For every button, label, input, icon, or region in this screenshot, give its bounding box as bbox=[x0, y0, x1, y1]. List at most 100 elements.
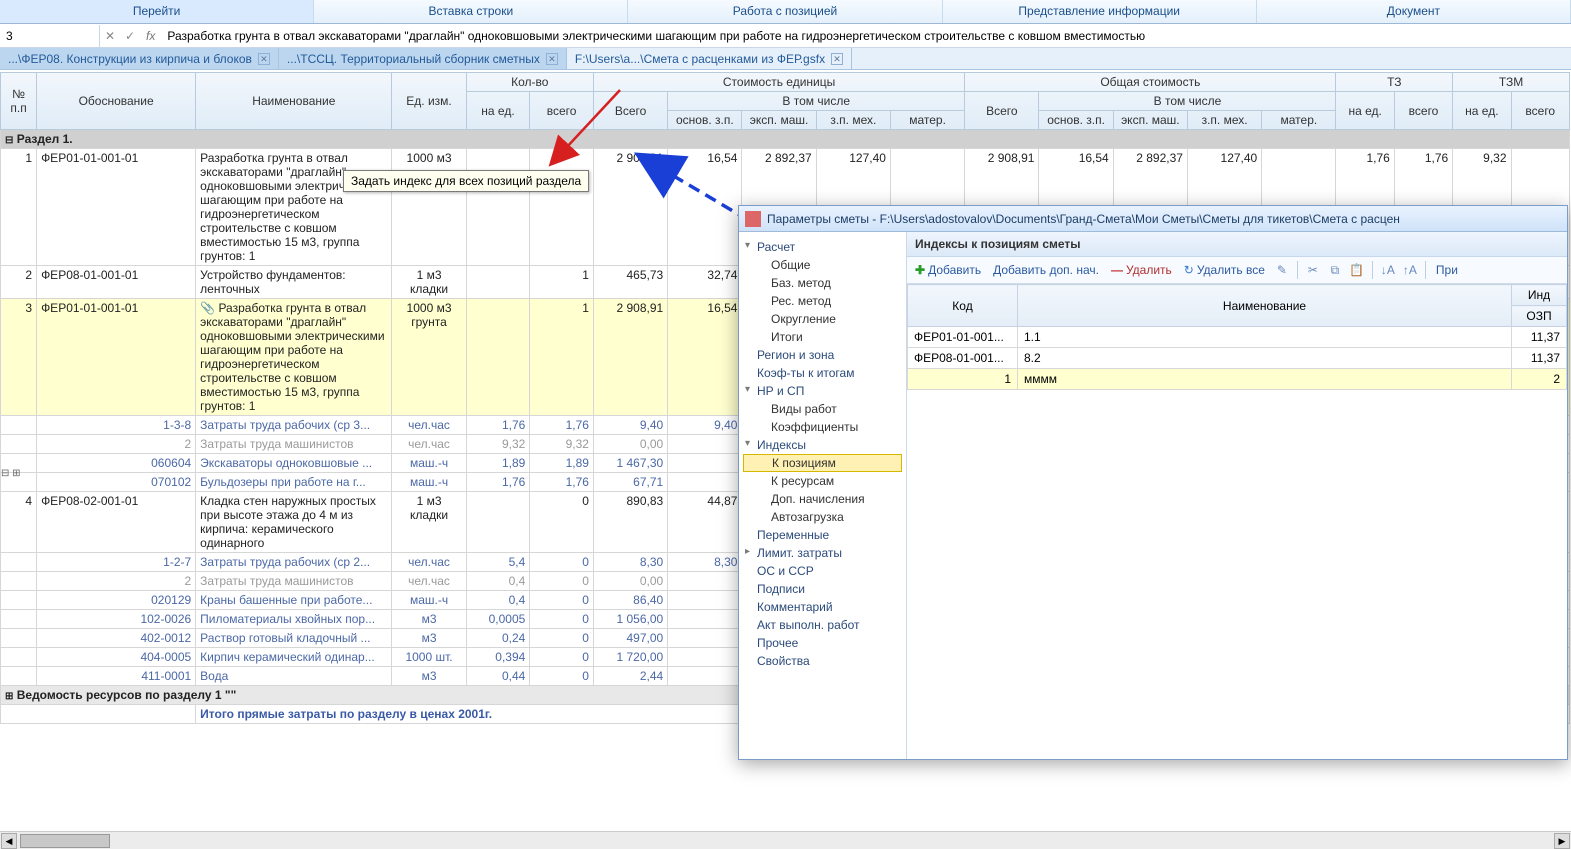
cell[interactable]: 2 908,91 bbox=[593, 149, 667, 266]
cell[interactable]: ФЕР01-01-001-01 bbox=[37, 299, 196, 416]
cell[interactable] bbox=[466, 492, 530, 553]
tree-item[interactable]: Свойства bbox=[743, 652, 902, 670]
close-icon[interactable]: ✕ bbox=[258, 53, 270, 65]
tree-item[interactable]: Подписи bbox=[743, 580, 902, 598]
cell[interactable]: 102-0026 bbox=[37, 610, 196, 629]
col-justification[interactable]: Обоснование bbox=[37, 73, 196, 130]
cell[interactable] bbox=[668, 454, 742, 473]
scroll-right-icon[interactable]: ▶ bbox=[1554, 833, 1570, 849]
index-row[interactable]: 1мммм2 bbox=[908, 369, 1567, 390]
col-tzm-unit[interactable]: на ед. bbox=[1453, 92, 1511, 130]
cell[interactable] bbox=[1, 591, 37, 610]
cell[interactable]: ФЕР01-01-001-01 bbox=[37, 149, 196, 266]
cell[interactable]: 0 bbox=[530, 553, 594, 572]
cell[interactable]: м3 bbox=[392, 610, 466, 629]
tree-item[interactable]: Округление bbox=[743, 310, 902, 328]
cell[interactable]: чел.час bbox=[392, 553, 466, 572]
cell[interactable]: 5,4 bbox=[466, 553, 530, 572]
cell[interactable]: 1 м3 кладки bbox=[392, 492, 466, 553]
col-total-cost[interactable]: Общая стоимость bbox=[965, 73, 1336, 92]
col-tzm-total[interactable]: всего bbox=[1511, 92, 1569, 130]
horizontal-scrollbar[interactable]: ◀ ▶ bbox=[0, 831, 1571, 849]
wand-icon[interactable]: ✎ bbox=[1273, 261, 1291, 279]
cell[interactable]: 0 bbox=[530, 667, 594, 686]
cell[interactable]: 0 bbox=[530, 648, 594, 667]
cell[interactable]: 411-0001 bbox=[37, 667, 196, 686]
col-totalcost-incl[interactable]: В том числе bbox=[1039, 92, 1336, 111]
col-em[interactable]: эксп. маш. bbox=[742, 111, 816, 130]
cell[interactable]: маш.-ч bbox=[392, 454, 466, 473]
cell[interactable]: 16,54 bbox=[668, 299, 742, 416]
section-row[interactable]: ⊟ Раздел 1. bbox=[1, 130, 1570, 149]
tree-item[interactable]: Коэффициенты bbox=[743, 418, 902, 436]
cell[interactable] bbox=[466, 266, 530, 299]
cell[interactable] bbox=[1, 629, 37, 648]
cell[interactable]: Устройство фундаментов: ленточных bbox=[196, 266, 392, 299]
col-name[interactable]: Наименование bbox=[196, 73, 392, 130]
cell[interactable] bbox=[1, 648, 37, 667]
cell[interactable]: чел.час bbox=[392, 572, 466, 591]
tree-item[interactable]: Индексы bbox=[743, 436, 902, 454]
cell[interactable]: 0,24 bbox=[466, 629, 530, 648]
cell[interactable]: 890,83 bbox=[593, 492, 667, 553]
cell[interactable]: 0,0005 bbox=[466, 610, 530, 629]
cell[interactable]: 1 056,00 bbox=[593, 610, 667, 629]
tree-item[interactable]: Прочее bbox=[743, 634, 902, 652]
paste-icon[interactable]: 📋 bbox=[1348, 261, 1366, 279]
cell[interactable]: Затраты труда рабочих (ср 2... bbox=[196, 553, 392, 572]
cell[interactable]: 📎 Разработка грунта в отвал экскаваторам… bbox=[196, 299, 392, 416]
cell[interactable]: 2 bbox=[37, 435, 196, 454]
cell[interactable]: 0,4 bbox=[466, 591, 530, 610]
cell[interactable]: 0 bbox=[530, 572, 594, 591]
index-row[interactable]: ФЕР08-01-001...8.211,37 bbox=[908, 348, 1567, 369]
cell[interactable]: Раствор готовый кладочный ... bbox=[196, 629, 392, 648]
col-mat[interactable]: матер. bbox=[890, 111, 964, 130]
col-unit[interactable]: Ед. изм. bbox=[392, 73, 466, 130]
cell[interactable]: 404-0005 bbox=[37, 648, 196, 667]
tree-item[interactable]: НР и СП bbox=[743, 382, 902, 400]
cell[interactable]: маш.-ч bbox=[392, 591, 466, 610]
cell[interactable]: 497,00 bbox=[593, 629, 667, 648]
cell[interactable]: ФЕР08-01-001-01 bbox=[37, 266, 196, 299]
cell[interactable]: 9,32 bbox=[530, 435, 594, 454]
sort-asc-icon[interactable]: ↓A bbox=[1379, 261, 1397, 279]
cell[interactable]: 9,32 bbox=[466, 435, 530, 454]
index-row[interactable]: ФЕР01-01-001...1.111,37 bbox=[908, 327, 1567, 348]
col-qty[interactable]: Кол-во bbox=[466, 73, 593, 92]
doc-tab-2[interactable]: F:\Users\a...\Смета с расценками из ФЕР.… bbox=[567, 48, 852, 69]
cell[interactable]: 1 720,00 bbox=[593, 648, 667, 667]
idx-col-code[interactable]: Код bbox=[908, 285, 1018, 327]
close-icon[interactable]: ✕ bbox=[546, 53, 558, 65]
cell[interactable]: 0 bbox=[530, 629, 594, 648]
tree-item[interactable]: Итоги bbox=[743, 328, 902, 346]
ribbon-tab-document[interactable]: Документ bbox=[1257, 0, 1571, 23]
tree-item[interactable]: ОС и ССР bbox=[743, 562, 902, 580]
cell[interactable]: 4 bbox=[1, 492, 37, 553]
cell[interactable]: 402-0012 bbox=[37, 629, 196, 648]
cell[interactable]: 0,394 bbox=[466, 648, 530, 667]
cell[interactable]: 8,30 bbox=[668, 553, 742, 572]
parameters-dialog[interactable]: Параметры сметы - F:\Users\adostovalov\D… bbox=[738, 205, 1568, 760]
tree-item[interactable]: Регион и зона bbox=[743, 346, 902, 364]
cell[interactable]: 020129 bbox=[37, 591, 196, 610]
cell[interactable]: ФЕР08-02-001-01 bbox=[37, 492, 196, 553]
scroll-thumb[interactable] bbox=[20, 834, 110, 848]
nav-tree[interactable]: РасчетОбщиеБаз. методРес. методОкруглени… bbox=[739, 232, 907, 759]
cell[interactable] bbox=[668, 435, 742, 454]
cell[interactable] bbox=[466, 149, 530, 266]
cell[interactable]: 1,76 bbox=[530, 416, 594, 435]
cell[interactable]: 0,00 bbox=[593, 435, 667, 454]
cell[interactable]: 0,4 bbox=[466, 572, 530, 591]
apply-button[interactable]: При bbox=[1432, 261, 1462, 279]
cell[interactable] bbox=[1, 435, 37, 454]
tree-item[interactable]: Комментарий bbox=[743, 598, 902, 616]
copy-icon[interactable]: ⧉ bbox=[1326, 261, 1344, 279]
cell-reference[interactable]: 3 bbox=[0, 25, 100, 47]
cell[interactable] bbox=[1, 553, 37, 572]
row-toggle[interactable]: ⊟ ⊞ bbox=[1, 468, 25, 479]
cell[interactable]: 1000 м3 грунта bbox=[392, 299, 466, 416]
col-qty-unit[interactable]: на ед. bbox=[466, 92, 530, 130]
col-g-zpm[interactable]: з.п. мех. bbox=[1187, 111, 1261, 130]
cell[interactable]: м3 bbox=[392, 629, 466, 648]
cell[interactable]: 8,30 bbox=[593, 553, 667, 572]
